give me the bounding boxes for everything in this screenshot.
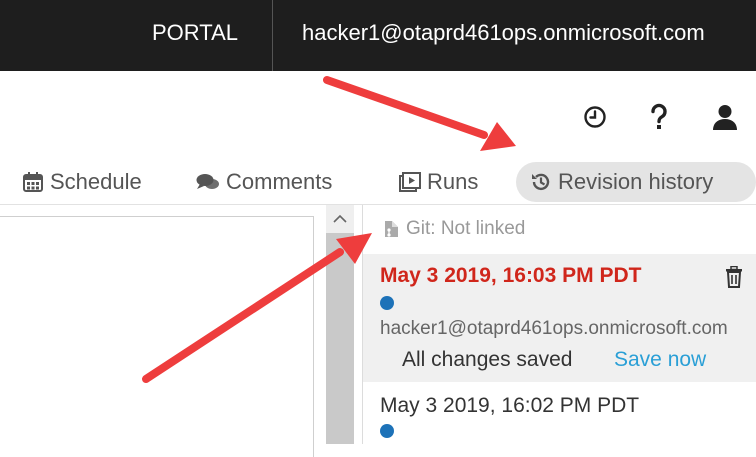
revision-date-current[interactable]: May 3 2019, 16:03 PM PDT: [380, 264, 641, 288]
tab-revision-history[interactable]: Revision history: [516, 162, 756, 202]
chevron-up-icon: [333, 214, 347, 223]
clock-icon[interactable]: [582, 100, 608, 134]
runs-icon: [399, 172, 421, 192]
calendar-icon: [22, 171, 44, 193]
tab-comments[interactable]: Comments: [196, 162, 332, 202]
user-icon[interactable]: [710, 100, 740, 134]
trash-icon[interactable]: [724, 265, 744, 293]
editor-panel[interactable]: [0, 216, 314, 457]
save-status: All changes saved: [402, 348, 573, 371]
comments-icon: [196, 172, 220, 192]
git-status: Git: Not linked: [382, 218, 525, 240]
tab-schedule[interactable]: Schedule: [22, 162, 142, 202]
revision-user: hacker1@otaprd461ops.onmicrosoft.com: [380, 318, 728, 339]
top-bar: PORTAL hacker1@otaprd461ops.onmicrosoft.…: [0, 0, 756, 71]
annotation-arrow: [323, 76, 516, 151]
tab-divider: [0, 204, 756, 205]
topbar-divider: [272, 0, 273, 71]
revision-indicator-dot: [380, 296, 394, 310]
tab-schedule-label: Schedule: [50, 169, 142, 194]
tab-bar: Schedule Comments Runs Revision history: [0, 162, 756, 202]
git-status-label: Git: Not linked: [406, 218, 526, 239]
history-icon: [530, 171, 552, 193]
tab-revision-history-label: Revision history: [558, 169, 714, 194]
revision-indicator-dot: [380, 424, 394, 438]
tab-runs-label: Runs: [427, 169, 479, 194]
tab-runs[interactable]: Runs: [399, 162, 478, 202]
save-now-link[interactable]: Save now: [614, 348, 706, 372]
help-icon[interactable]: [646, 100, 672, 134]
revision-date[interactable]: May 3 2019, 16:02 PM PDT: [380, 394, 639, 418]
scroll-up-button[interactable]: [326, 205, 354, 233]
tab-comments-label: Comments: [226, 169, 333, 194]
scrollbar[interactable]: [326, 205, 354, 444]
git-icon: [382, 219, 400, 239]
user-email[interactable]: hacker1@otaprd461ops.onmicrosoft.com: [302, 20, 705, 46]
portal-link[interactable]: PORTAL: [152, 20, 238, 46]
